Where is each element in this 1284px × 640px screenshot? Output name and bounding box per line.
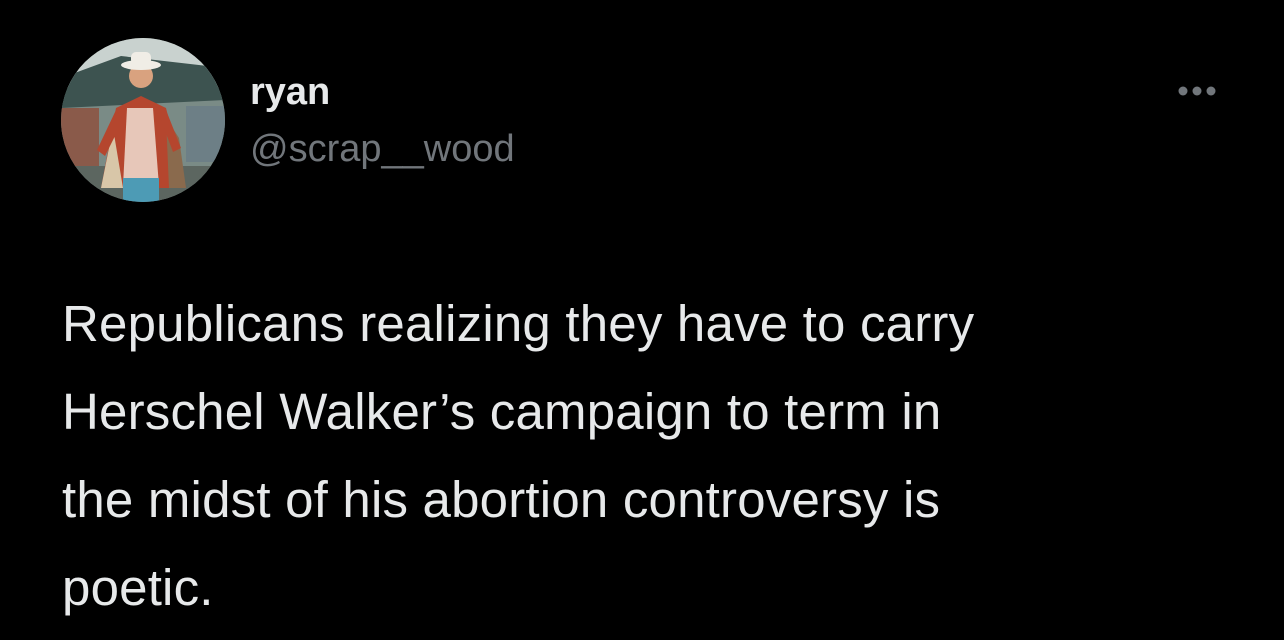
avatar[interactable] — [61, 38, 225, 202]
tweet-text-line: Republicans realizing they have to carry — [62, 295, 975, 352]
tweet-text-line: poetic. — [62, 559, 214, 616]
display-name[interactable]: ryan — [250, 69, 330, 115]
profile-photo-icon — [61, 38, 225, 202]
more-options-icon — [1178, 86, 1216, 96]
tweet-text-line: Herschel Walker’s campaign to term in — [62, 383, 942, 440]
more-options-button[interactable] — [1170, 74, 1224, 108]
tweet-text: Republicans realizing they have to carry… — [62, 280, 1252, 632]
user-handle[interactable]: @scrap__wood — [250, 126, 515, 172]
tweet-text-line: the midst of his abortion controversy is — [62, 471, 941, 528]
tweet-card: ryan @scrap__wood Republicans realizing … — [0, 0, 1284, 640]
